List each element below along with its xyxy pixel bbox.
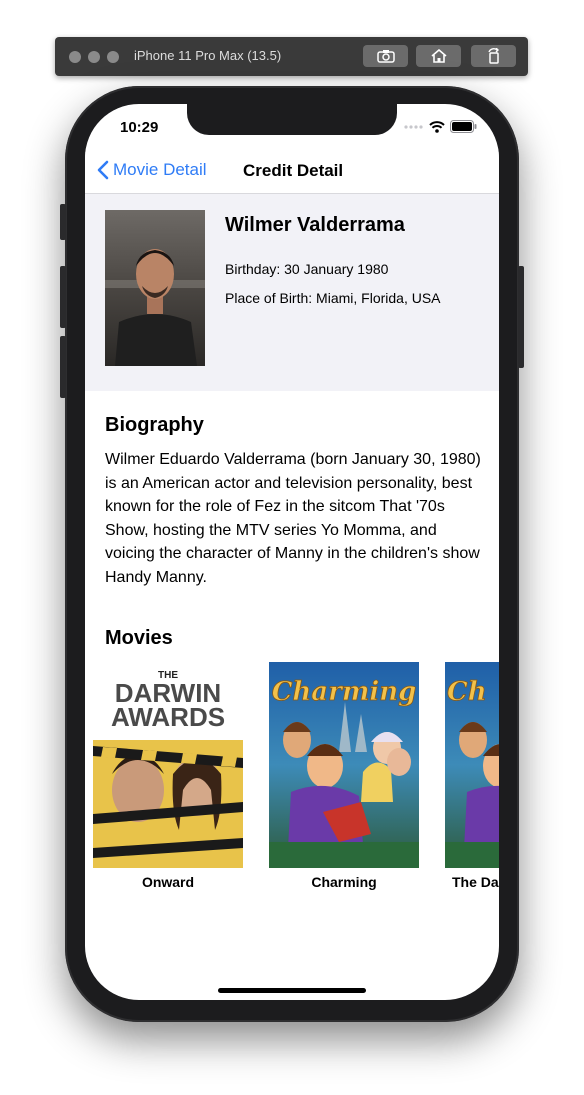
birthday-text: Birthday: 30 January 1980	[225, 261, 389, 277]
silent-switch	[60, 204, 66, 240]
profile-photo	[105, 210, 205, 366]
wifi-icon	[429, 120, 445, 133]
zoom-window-dot[interactable]	[107, 51, 119, 63]
place-of-birth-text: Place of Birth: Miami, Florida, USA	[225, 290, 441, 306]
minimize-window-dot[interactable]	[88, 51, 100, 63]
cellular-signal-icon	[404, 124, 423, 129]
movie-card[interactable]: Ch The Da	[445, 662, 499, 890]
home-indicator[interactable]	[218, 988, 366, 993]
battery-icon	[450, 120, 477, 133]
rotate-button[interactable]	[471, 45, 516, 67]
movies-heading: Movies	[105, 627, 173, 649]
home-button[interactable]	[416, 45, 461, 67]
chevron-left-icon	[97, 160, 109, 180]
navigation-bar: Movie Detail Credit Detail	[85, 148, 499, 194]
volume-up-button	[60, 266, 66, 328]
phone-screen: 10:29 Movie Detail Credit Detail Wilmer …	[85, 104, 499, 1000]
power-button	[518, 266, 524, 368]
back-button-label: Movie Detail	[113, 160, 207, 179]
movie-title: Onward	[141, 874, 195, 890]
movie-card[interactable]: Charming Charming	[269, 662, 419, 890]
notch	[187, 104, 397, 135]
status-icons	[404, 120, 477, 133]
simulator-toolbar: iPhone 11 Pro Max (13.5)	[55, 37, 528, 76]
movie-title: Charming	[311, 874, 377, 890]
rotate-icon	[487, 48, 499, 64]
poster-title: Charming	[272, 677, 417, 707]
home-icon	[430, 49, 447, 63]
person-header: Wilmer Valderrama Birthday: 30 January 1…	[85, 194, 499, 391]
movie-title: The Da	[452, 874, 499, 890]
movie-poster[interactable]: Ch	[445, 662, 499, 868]
biography-heading: Biography	[105, 414, 204, 436]
screenshot-button[interactable]	[363, 45, 408, 67]
biography-text: Wilmer Eduardo Valderrama (born January …	[105, 451, 481, 586]
simulator-title: iPhone 11 Pro Max (13.5)	[134, 48, 282, 63]
movie-poster[interactable]: THE DARWIN AWARDS	[93, 662, 243, 868]
close-window-dot[interactable]	[69, 51, 81, 63]
movie-poster[interactable]: Charming	[269, 662, 419, 868]
nav-title: Credit Detail	[243, 161, 344, 180]
status-time: 10:29	[120, 119, 159, 136]
back-button[interactable]: Movie Detail	[97, 160, 207, 180]
movie-card[interactable]: THE DARWIN AWARDS Onward	[93, 662, 243, 890]
volume-down-button	[60, 336, 66, 398]
camera-icon	[376, 50, 395, 63]
poster-title: Ch	[447, 677, 487, 707]
poster-title-line3: AWARDS	[111, 702, 225, 732]
person-name: Wilmer Valderrama	[225, 214, 405, 236]
